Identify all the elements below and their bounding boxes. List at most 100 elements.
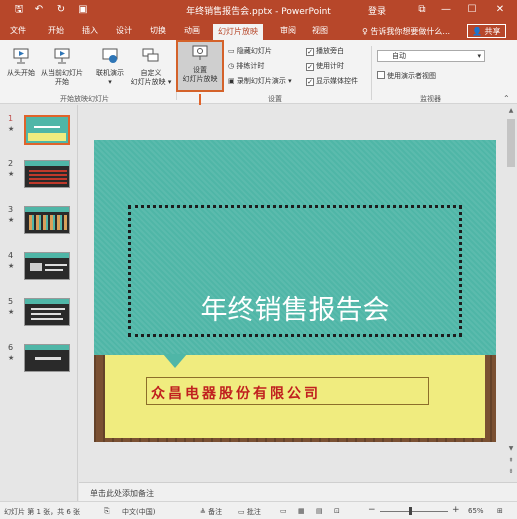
notes-placeholder: 单击此处添加备注 xyxy=(90,489,154,498)
slideshow-view-icon[interactable]: ⊡ xyxy=(334,507,340,515)
notes-toggle[interactable]: ≜ 备注 xyxy=(200,507,222,517)
zoom-in-button[interactable]: + xyxy=(452,505,460,515)
zoom-out-button[interactable]: − xyxy=(368,505,376,515)
notes-pane[interactable]: 单击此处添加备注 xyxy=(79,482,517,501)
checkbox-checked-icon: ✓ xyxy=(306,78,314,86)
slide-thumbnail-6[interactable] xyxy=(24,344,70,372)
close-icon[interactable]: ✕ xyxy=(490,2,510,18)
ribbon-tabs: 文件 开始 插入 设计 切换 动画 幻灯片放映 审阅 视图 ♀ 告诉我你想要做什… xyxy=(0,22,517,40)
online-present-label-1: 联机演示 xyxy=(96,69,124,77)
scroll-up-icon[interactable]: ▲ xyxy=(507,107,515,114)
from-current-label-2: 开始 xyxy=(55,78,69,86)
slide-thumbnail-1[interactable] xyxy=(24,115,70,145)
minimize-icon[interactable]: — xyxy=(436,2,456,18)
status-bar: 幻灯片 第 1 张，共 6 张 ⎘ 中文(中国) ≜ 备注 ▭ 批注 ▭ ▦ ▤… xyxy=(0,501,517,519)
tab-transitions[interactable]: 切换 xyxy=(150,25,166,36)
record-slideshow-button[interactable]: ▣ 录制幻灯片演示 ▾ xyxy=(228,76,292,86)
use-timings-checkbox[interactable]: ✓ 使用计时 xyxy=(306,61,344,71)
undo-icon[interactable]: ↶ xyxy=(32,3,46,17)
slide-thumbnail-2[interactable] xyxy=(24,160,70,188)
setup-slideshow-label-2: 幻灯片放映 xyxy=(182,75,218,83)
present-icon[interactable]: ▣ xyxy=(76,3,90,17)
transition-star-icon: ★ xyxy=(8,216,15,224)
thumbnail-number: 2 xyxy=(8,159,14,168)
show-media-controls-label: 显示媒体控件 xyxy=(316,77,358,85)
slide-thumbnail-5[interactable] xyxy=(24,298,70,326)
thumbnail-number: 1 xyxy=(8,114,14,123)
custom-show-button[interactable]: 自定义 幻灯片放映 ▾ xyxy=(127,48,175,87)
hide-slide-label: 隐藏幻灯片 xyxy=(236,47,272,55)
rehearse-label: 排练计时 xyxy=(236,62,265,70)
presenter-view-label: 使用演示者视图 xyxy=(387,72,436,80)
separator xyxy=(371,46,372,100)
language-indicator[interactable]: 中文(中国) xyxy=(122,507,155,517)
tab-view[interactable]: 视图 xyxy=(312,25,328,36)
scroll-thumb[interactable] xyxy=(507,119,515,167)
next-slide-icon[interactable]: ⇟ xyxy=(507,468,515,475)
thumbnail-number: 4 xyxy=(8,251,14,260)
online-present-label-2: ▾ xyxy=(108,78,112,86)
checkbox-checked-icon: ✓ xyxy=(306,48,314,56)
comments-label: 批注 xyxy=(246,508,261,516)
tab-slideshow[interactable]: 幻灯片放映 xyxy=(213,24,263,40)
setup-slideshow-button[interactable]: 设置 幻灯片放映 xyxy=(176,40,224,92)
maximize-icon[interactable]: ☐ xyxy=(462,2,482,18)
tab-home[interactable]: 开始 xyxy=(48,25,64,36)
share-button[interactable]: 👤 共享 xyxy=(467,24,506,38)
record-label: 录制幻灯片演示 ▾ xyxy=(236,77,292,85)
custom-show-label-1: 自定义 xyxy=(140,69,162,77)
custom-show-icon xyxy=(142,48,159,62)
tab-file[interactable]: 文件 xyxy=(10,25,26,36)
zoom-slider[interactable] xyxy=(380,511,448,512)
scroll-down-icon[interactable]: ▼ xyxy=(507,445,515,452)
custom-show-label-2: 幻灯片放映 ▾ xyxy=(130,78,172,86)
tab-design[interactable]: 设计 xyxy=(116,25,132,36)
online-present-button[interactable]: 联机演示 ▾ xyxy=(92,48,128,87)
slide-canvas[interactable]: 年终销售报告会 众昌电器股份有限公司 xyxy=(94,140,496,442)
from-current-button[interactable]: 从当前幻灯片 开始 xyxy=(38,48,86,87)
checkbox-checked-icon: ✓ xyxy=(306,63,314,71)
login-link[interactable]: 登录 xyxy=(368,4,386,17)
slide-title[interactable]: 年终销售报告会 xyxy=(154,288,436,327)
play-narrations-checkbox[interactable]: ✓ 播放旁白 xyxy=(306,46,344,56)
fit-to-window-icon[interactable]: ⊞ xyxy=(497,507,503,515)
thumbnail-number: 5 xyxy=(8,297,14,306)
transition-star-icon: ★ xyxy=(8,354,15,362)
comment-icon: ▭ xyxy=(238,508,247,516)
transition-star-icon: ★ xyxy=(8,308,15,316)
tab-insert[interactable]: 插入 xyxy=(82,25,98,36)
play-narrations-label: 播放旁白 xyxy=(316,47,344,55)
company-name-textbox[interactable]: 众昌电器股份有限公司 xyxy=(146,377,429,405)
collapse-ribbon-icon[interactable]: ⌃ xyxy=(503,94,510,103)
show-media-controls-checkbox[interactable]: ✓ 显示媒体控件 xyxy=(306,76,358,86)
comments-toggle[interactable]: ▭ 批注 xyxy=(238,507,261,517)
rehearse-timings-button[interactable]: ◷ 排练计时 xyxy=(228,61,264,71)
hide-slide-button[interactable]: ▭ 隐藏幻灯片 xyxy=(228,46,272,56)
start-group-label: 开始放映幻灯片 xyxy=(60,95,109,103)
tab-animations[interactable]: 动画 xyxy=(184,25,200,36)
restore-icon[interactable]: ⧉ xyxy=(412,2,432,18)
monitor-dropdown[interactable]: 自动 ▾ xyxy=(377,50,485,62)
normal-view-icon[interactable]: ▭ xyxy=(280,507,287,515)
tab-review[interactable]: 审阅 xyxy=(280,25,296,36)
save-icon[interactable]: 🖫 xyxy=(12,3,26,17)
slide-sorter-icon[interactable]: ▦ xyxy=(298,507,305,515)
reading-view-icon[interactable]: ▤ xyxy=(316,507,323,515)
zoom-level[interactable]: 65% xyxy=(468,507,484,515)
from-beginning-button[interactable]: 从头开始 xyxy=(2,48,40,78)
transition-star-icon: ★ xyxy=(8,125,15,133)
slide-thumbnail-3[interactable] xyxy=(24,206,70,234)
from-current-label-1: 从当前幻灯片 xyxy=(41,69,83,77)
ribbon: 从头开始 从当前幻灯片 开始 联机演示 ▾ 自定义 幻灯片放映 ▾ 开始放映幻灯… xyxy=(0,40,517,104)
setup-slideshow-icon xyxy=(192,45,208,60)
redo-icon[interactable]: ↻ xyxy=(54,3,68,17)
vertical-scrollbar[interactable]: ▲ ▼ ⇞ ⇟ xyxy=(505,105,517,482)
zoom-slider-handle[interactable] xyxy=(409,507,412,515)
presenter-view-checkbox[interactable]: 使用演示者视图 xyxy=(377,71,436,81)
spellcheck-icon[interactable]: ⎘ xyxy=(104,507,110,516)
setup-group-label: 设置 xyxy=(268,95,282,103)
record-icon: ▣ xyxy=(228,77,237,85)
previous-slide-icon[interactable]: ⇞ xyxy=(507,457,515,464)
tell-me-search[interactable]: ♀ 告诉我你想要做什么... xyxy=(362,26,450,37)
slide-thumbnail-4[interactable] xyxy=(24,252,70,280)
